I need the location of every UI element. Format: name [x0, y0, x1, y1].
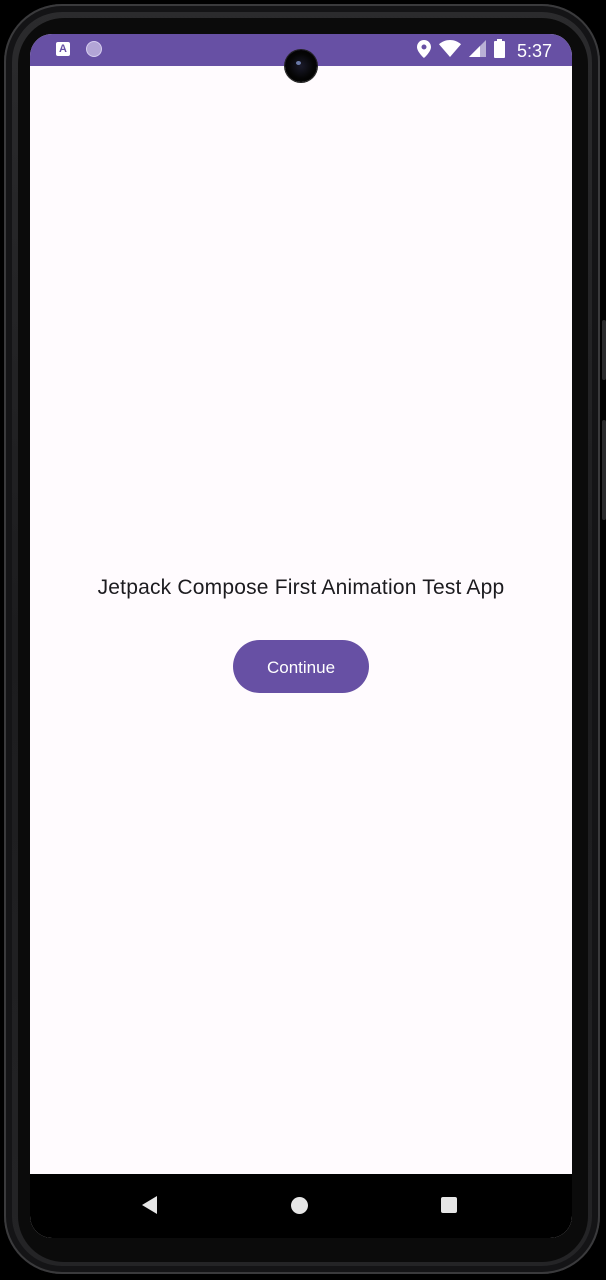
- location-icon: [416, 39, 431, 63]
- volume-button: [602, 320, 606, 380]
- status-bar: A 5:37: [30, 34, 572, 82]
- wifi-icon: [438, 40, 461, 62]
- device-frame: A 5:37 Jetpack Compose First Animation T…: [0, 0, 606, 1280]
- status-system-icons: 5:37: [416, 39, 552, 63]
- app-notification-icon: A: [56, 42, 70, 56]
- signal-icon: [468, 40, 486, 62]
- navigation-bar: [30, 1174, 572, 1238]
- sync-circle-icon: [86, 41, 102, 57]
- battery-icon: [493, 39, 505, 63]
- back-icon[interactable]: [142, 1196, 157, 1214]
- home-icon[interactable]: [291, 1197, 308, 1214]
- page-title: Jetpack Compose First Animation Test App: [97, 576, 505, 599]
- status-clock: 5:37: [516, 41, 552, 61]
- recents-icon[interactable]: [441, 1197, 457, 1213]
- status-notifications: A: [56, 41, 102, 57]
- screen: A 5:37 Jetpack Compose First Animation T…: [30, 34, 572, 1238]
- main-content: Jetpack Compose First Animation Test App…: [30, 66, 572, 1174]
- power-button: [602, 420, 606, 520]
- continue-button[interactable]: Continue: [233, 640, 369, 693]
